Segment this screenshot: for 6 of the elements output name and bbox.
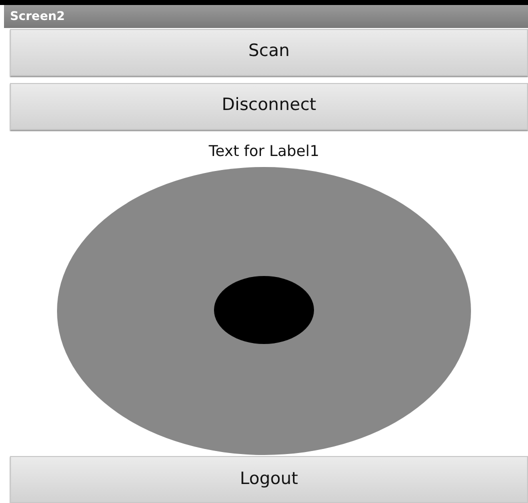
window-title: Screen2 xyxy=(10,8,65,26)
action-button[interactable]: Scan xyxy=(10,28,528,76)
joystick-drawing[interactable] xyxy=(57,167,471,455)
label-text: Text for Label1 xyxy=(208,140,320,162)
action-button[interactable]: Disconnect xyxy=(10,82,528,130)
logout-button[interactable]: Logout xyxy=(10,456,528,503)
